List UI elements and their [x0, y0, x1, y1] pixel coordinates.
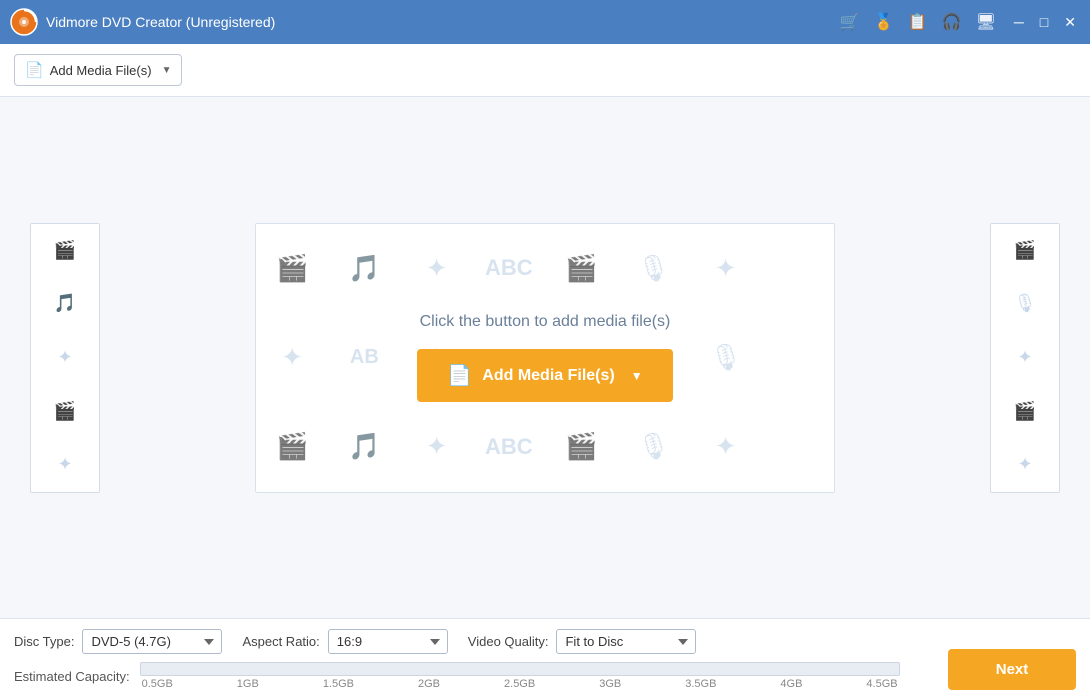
- right-panel-icon-4: 🎬: [991, 384, 1059, 438]
- add-media-toolbar-icon: 📄: [25, 61, 44, 79]
- add-media-toolbar-button[interactable]: 📄 Add Media File(s) ▼: [14, 54, 182, 86]
- main-area: 🎬 🎵 ✦ 🎬 ✦ 🎬 🎙 ✦ 🎬 ✦ 🎬 🎵 ✦ ABC 🎬 🎙 ✦ ✦: [0, 97, 1090, 618]
- video-quality-group: Video Quality: Fit to Disc High Medium L…: [468, 629, 697, 654]
- bottombar: Disc Type: DVD-5 (4.7G) DVD-9 (8.5G) Blu…: [0, 618, 1090, 700]
- video-quality-label: Video Quality:: [468, 634, 549, 649]
- bg-icon: ✦: [401, 402, 473, 491]
- bg-icon: [762, 224, 834, 313]
- tick-3.5gb: 3.5GB: [685, 678, 716, 690]
- add-media-main-button[interactable]: 📄 Add Media File(s) ▼: [417, 349, 672, 402]
- drop-prompt-text: Click the button to add media file(s): [420, 313, 671, 331]
- bg-icon: 🎵: [328, 402, 400, 491]
- tick-1gb: 1GB: [237, 678, 259, 690]
- close-button[interactable]: ✕: [1060, 12, 1080, 33]
- capacity-bar: [140, 662, 900, 676]
- disc-type-group: Disc Type: DVD-5 (4.7G) DVD-9 (8.5G) Blu…: [14, 629, 222, 654]
- bg-icon: 🎙: [690, 313, 762, 402]
- bg-icon: 🎙: [617, 224, 689, 313]
- aspect-ratio-select[interactable]: 16:9 4:3: [328, 629, 448, 654]
- left-panel-icon-1: 🎬: [31, 224, 99, 278]
- add-media-toolbar-dropdown-arrow: ▼: [162, 65, 172, 76]
- right-panel-icon-3: ✦: [991, 331, 1059, 385]
- left-panel-icon-5: ✦: [31, 438, 99, 492]
- add-media-main-icon: 📄: [447, 363, 472, 388]
- right-side-panel: 🎬 🎙 ✦ 🎬 ✦: [990, 223, 1060, 493]
- left-side-panel: 🎬 🎵 ✦ 🎬 ✦: [30, 223, 100, 493]
- add-media-main-label: Add Media File(s): [482, 367, 614, 385]
- add-media-main-dropdown-arrow: ▼: [631, 369, 643, 383]
- capacity-ticks: 0.5GB 1GB 1.5GB 2GB 2.5GB 3GB 3.5GB 4GB …: [140, 678, 900, 690]
- bg-icon: ✦: [690, 402, 762, 491]
- app-logo: [10, 8, 38, 36]
- estimated-capacity-label: Estimated Capacity:: [14, 669, 130, 684]
- bg-icon: 🎬: [256, 224, 328, 313]
- tick-0.5gb: 0.5GB: [142, 678, 173, 690]
- left-panel-icon-2: 🎵: [31, 277, 99, 331]
- cart-icon[interactable]: 🛒: [840, 12, 860, 32]
- headset-icon[interactable]: 🎧: [942, 12, 962, 32]
- titlebar: Vidmore DVD Creator (Unregistered) 🛒 🏅 📋…: [0, 0, 1090, 44]
- bg-icon: ✦: [690, 224, 762, 313]
- left-panel-icon-3: ✦: [31, 331, 99, 385]
- award-icon[interactable]: 🏅: [874, 12, 894, 32]
- app-title: Vidmore DVD Creator (Unregistered): [46, 14, 840, 30]
- left-panel-icon-4: 🎬: [31, 384, 99, 438]
- capacity-bar-wrap: 0.5GB 1GB 1.5GB 2GB 2.5GB 3GB 3.5GB 4GB …: [140, 662, 900, 690]
- tick-2gb: 2GB: [418, 678, 440, 690]
- bg-icon: ABC: [473, 224, 545, 313]
- bg-icon: AB: [328, 313, 400, 402]
- bg-icon: ABC: [473, 402, 545, 491]
- add-media-toolbar-label: Add Media File(s): [50, 63, 152, 78]
- bg-icon: 🎙: [617, 402, 689, 491]
- aspect-ratio-label: Aspect Ratio:: [242, 634, 319, 649]
- bg-icon: 🎬: [545, 402, 617, 491]
- video-quality-select[interactable]: Fit to Disc High Medium Low: [556, 629, 696, 654]
- bg-icon: [762, 313, 834, 402]
- aspect-ratio-group: Aspect Ratio: 16:9 4:3: [242, 629, 447, 654]
- toolbar: 📄 Add Media File(s) ▼: [0, 44, 1090, 97]
- bg-icon: 🎵: [328, 224, 400, 313]
- titlebar-icons: 🛒 🏅 📋 🎧 🖥: [840, 12, 996, 32]
- capacity-row: Estimated Capacity: 0.5GB 1GB 1.5GB 2GB …: [14, 662, 1076, 690]
- disc-type-select[interactable]: DVD-5 (4.7G) DVD-9 (8.5G) Blu-ray 25G Bl…: [82, 629, 222, 654]
- minimize-button[interactable]: ─: [1010, 12, 1028, 32]
- center-overlay: Click the button to add media file(s) 📄 …: [417, 313, 672, 402]
- tick-4gb: 4GB: [780, 678, 802, 690]
- right-panel-icon-1: 🎬: [991, 224, 1059, 278]
- bg-icon: ✦: [401, 224, 473, 313]
- bg-icon: 🎬: [256, 402, 328, 491]
- bg-icon: 🎬: [545, 224, 617, 313]
- settings-row: Disc Type: DVD-5 (4.7G) DVD-9 (8.5G) Blu…: [14, 629, 1076, 654]
- bg-icon: [762, 402, 834, 491]
- right-panel-icon-5: ✦: [991, 438, 1059, 492]
- tick-4.5gb: 4.5GB: [866, 678, 897, 690]
- clipboard-icon[interactable]: 📋: [908, 12, 928, 32]
- right-panel-icon-2: 🎙: [991, 277, 1059, 331]
- tick-1.5gb: 1.5GB: [323, 678, 354, 690]
- window-controls: ─ □ ✕: [1010, 12, 1080, 33]
- monitor-icon[interactable]: 🖥: [976, 12, 996, 32]
- tick-3gb: 3GB: [599, 678, 621, 690]
- tick-2.5gb: 2.5GB: [504, 678, 535, 690]
- maximize-button[interactable]: □: [1036, 12, 1052, 32]
- disc-type-label: Disc Type:: [14, 634, 74, 649]
- next-button[interactable]: Next: [948, 649, 1076, 690]
- bg-icon: ✦: [256, 313, 328, 402]
